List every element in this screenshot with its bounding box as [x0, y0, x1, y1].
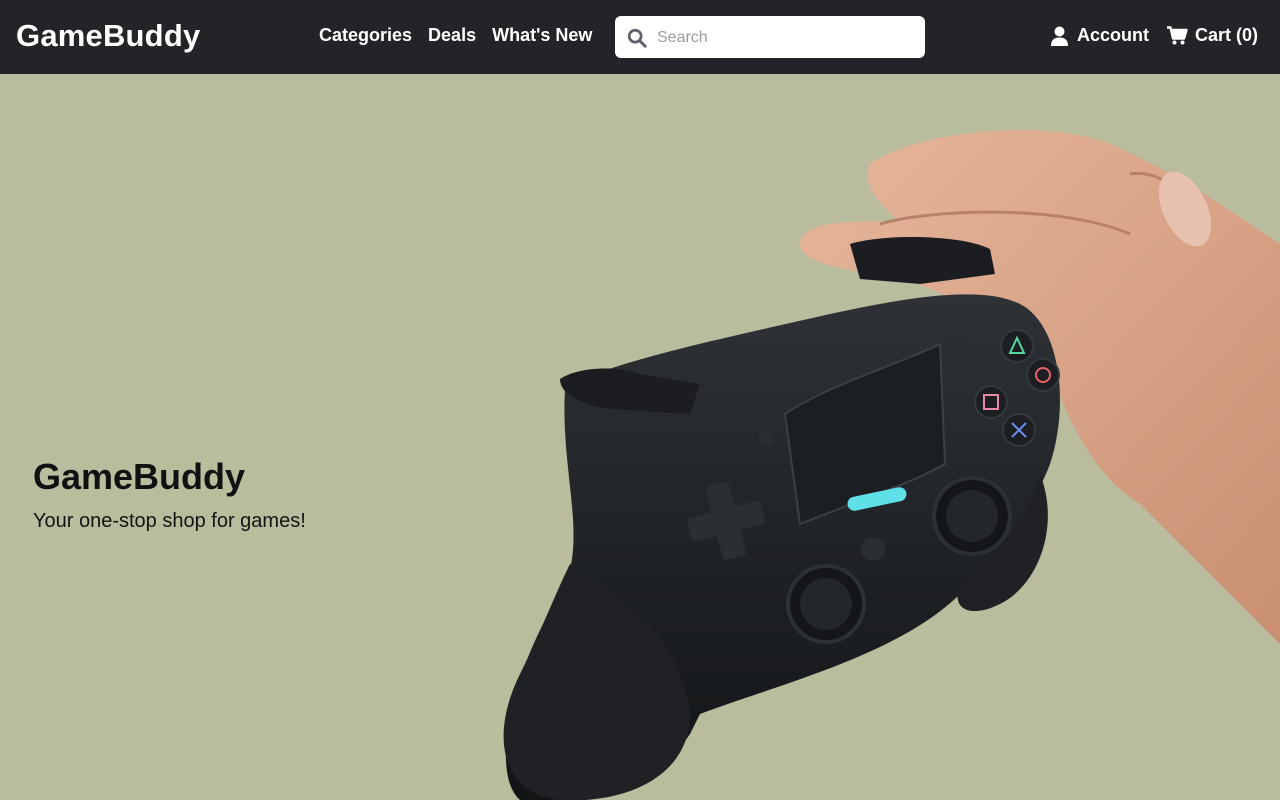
top-navbar: GameBuddy Categories Deals What's New Ac…: [0, 0, 1280, 74]
main-nav: Categories Deals What's New: [319, 25, 592, 46]
search-input[interactable]: [655, 16, 919, 60]
nav-whats-new[interactable]: What's New: [492, 25, 592, 46]
account-label: Account: [1077, 25, 1149, 45]
account-link[interactable]: Account: [1050, 25, 1149, 46]
user-icon: [1051, 26, 1068, 46]
cart-link[interactable]: Cart (0): [1167, 25, 1258, 46]
hero-subtitle: Your one-stop shop for games!: [33, 510, 306, 532]
nav-categories[interactable]: Categories: [319, 25, 412, 46]
cart-label: Cart (0): [1195, 25, 1259, 45]
brand-logo[interactable]: GameBuddy: [16, 18, 200, 54]
hero-title: GameBuddy: [33, 456, 246, 498]
search-box[interactable]: [615, 16, 925, 60]
cart-icon: [1167, 26, 1188, 45]
nav-deals[interactable]: Deals: [428, 25, 476, 46]
hero-banner: GameBuddy Your one-stop shop for games!: [0, 74, 1280, 800]
controller-hero-image: [503, 130, 1280, 800]
search-icon: [627, 28, 647, 48]
